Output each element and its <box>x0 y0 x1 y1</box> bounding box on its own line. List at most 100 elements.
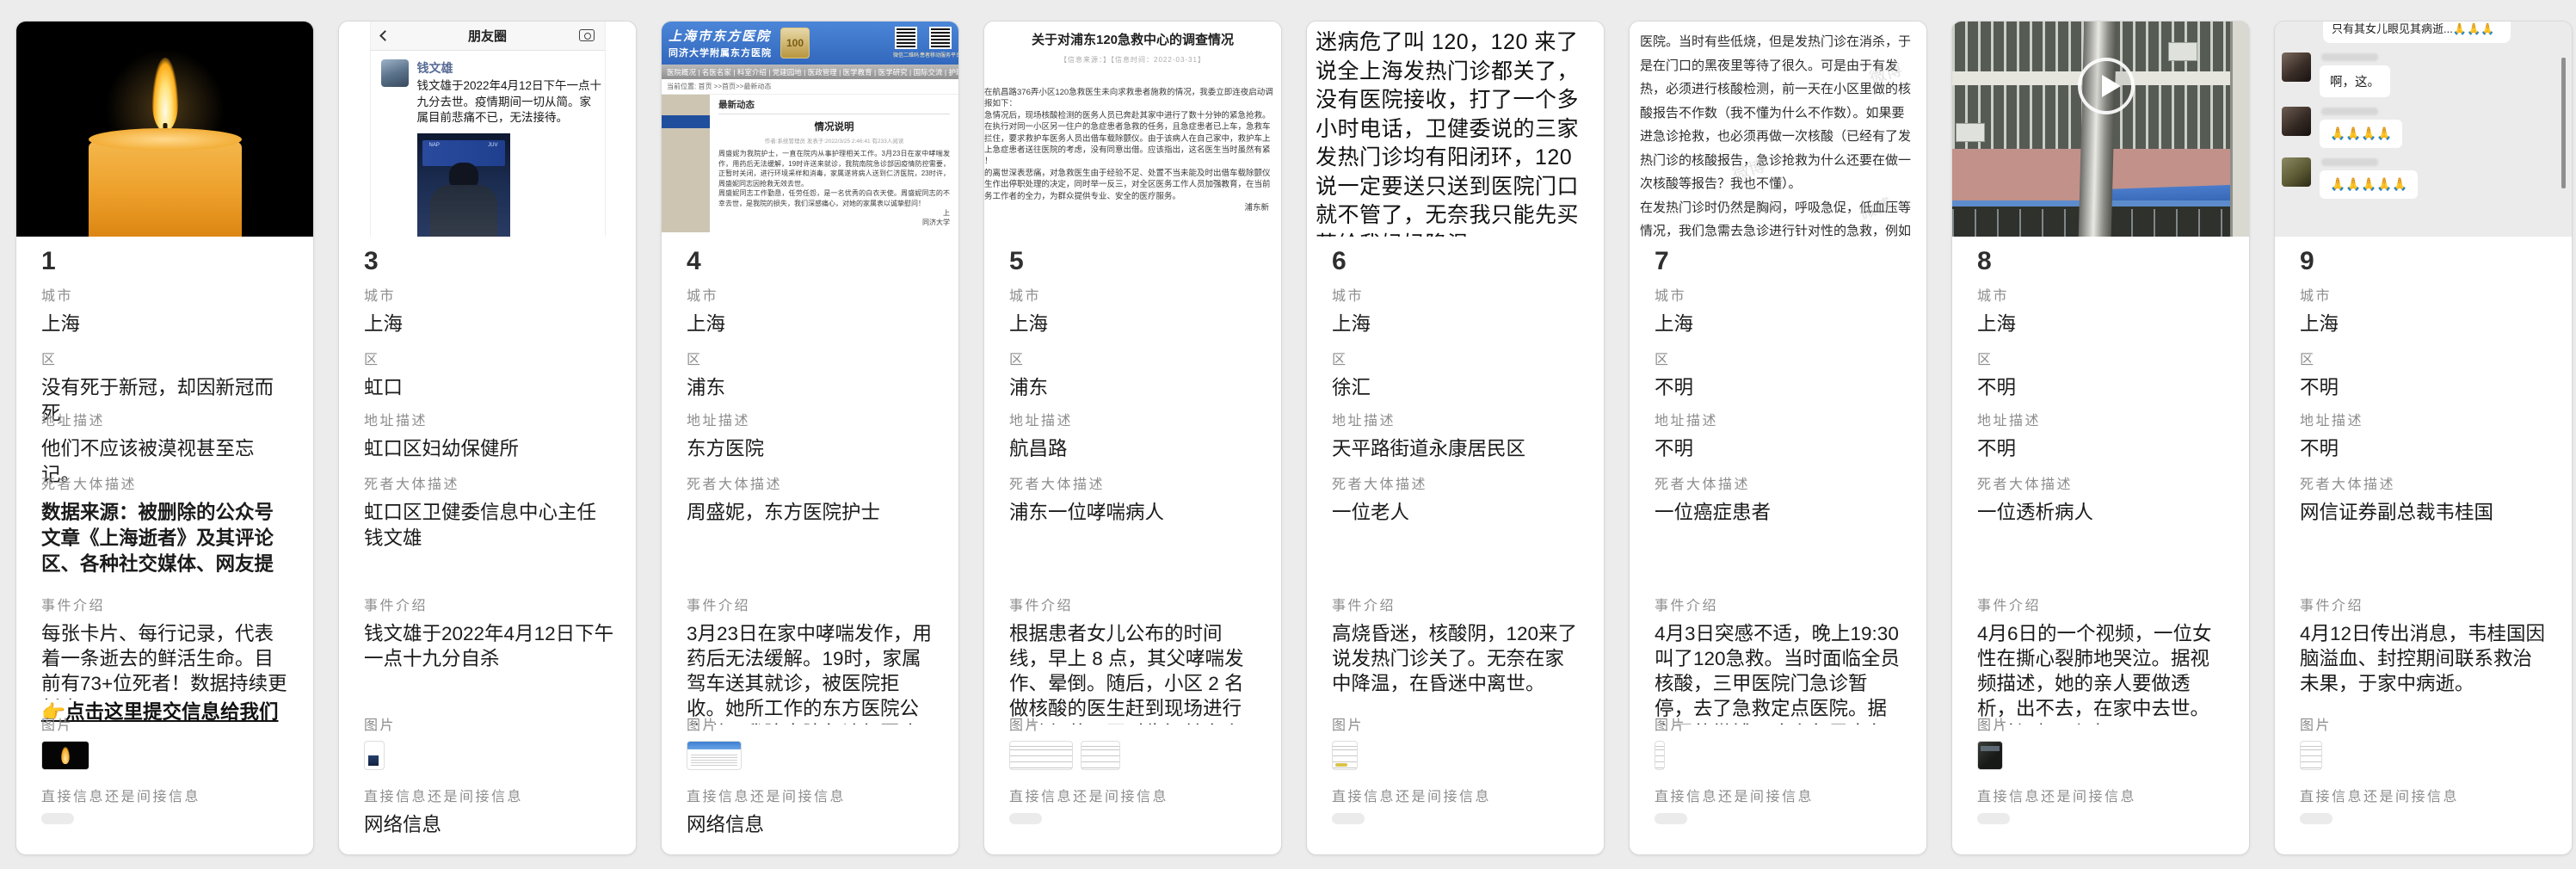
field-label-district: 区 <box>2300 354 2550 367</box>
field-label-address: 地址描述 <box>1332 415 1582 428</box>
document-line: 在执行对同一小区另一住户的急症患者急救的任务，且急症患者已上车，急救车 <box>984 121 1278 133</box>
attachment-thumbnail[interactable] <box>1332 741 1358 770</box>
record-card-5[interactable]: 关于对浦东120急救中心的调查情况 【信息来源：】【信息时间：2022-03-3… <box>983 21 1282 855</box>
field-label-images: 图片 <box>1332 719 1582 733</box>
field-label-city: 城市 <box>687 290 937 304</box>
record-card-7[interactable]: 医院。当时有些低烧，但是发热门诊在消杀，于是在门口的黑夜里等待了很久。可是由于有… <box>1629 21 1927 855</box>
document-title: 关于对浦东120急救中心的调查情况 <box>984 30 1281 48</box>
district-value: 浦东 <box>687 375 937 401</box>
sidebar-selected-item <box>662 115 710 128</box>
avatar <box>2282 52 2311 82</box>
district-value: 不明 <box>1655 375 1905 401</box>
field-label-images: 图片 <box>1655 719 1905 733</box>
site-navbar: 医院概况 | 名医名家 | 科室介绍 | 党建园地 | 医政管理 | 医学教育 … <box>662 65 958 79</box>
direct-info-empty-value <box>1977 813 2010 824</box>
record-card-9[interactable]: 只有其女儿眼见其病逝...🙏🙏🙏 啊，这。 🙏🙏🙏🙏 🙏🙏🙏🙏🙏 9 城市上海 … <box>2274 21 2573 855</box>
city-value: 上海 <box>1009 311 1260 337</box>
field-label-deceased: 死者大体描述 <box>1332 478 1582 492</box>
record-number: 6 <box>1332 247 1347 276</box>
attachment-thumbnail[interactable] <box>1655 741 1665 770</box>
address-value: 航昌路 <box>1009 436 1260 462</box>
field-label-deceased: 死者大体描述 <box>1977 478 2228 492</box>
deceased-value: 虹口区卫健委信息中心主任钱文雄 <box>364 500 614 552</box>
air-conditioner <box>2168 42 2197 61</box>
weibo-text-screenshot: 医院。当时有些低烧，但是发热门诊在消杀，于是在门口的黑夜里等待了很久。可是由于有… <box>1630 22 1926 237</box>
city-value: 上海 <box>2300 311 2550 337</box>
attachment-thumbnail[interactable] <box>2300 741 2322 770</box>
field-label-deceased: 死者大体描述 <box>2300 478 2550 492</box>
attachment-thumbnail[interactable] <box>364 741 385 770</box>
announcement-meta: 作者:系统管理员 发表于:2022/3/25 2:46:41 有233人阅读 <box>718 136 950 145</box>
chat-scrollbar[interactable] <box>2561 58 2566 188</box>
record-card-1[interactable]: 1 城市上海 区没有死于新冠，却因新冠而死 地址描述他们不应该被漠视甚至忘记。 … <box>15 21 314 855</box>
wechat-moments-screenshot: 朋友圈 钱文雄 钱文雄于2022年4月12日下午一点十九分去世。疫情期间一切从简… <box>339 22 636 237</box>
attachment-thumbnail[interactable] <box>1977 741 2003 770</box>
deceased-value: 网信证券副总裁韦桂国 <box>2300 500 2550 526</box>
attachment-thumbnail[interactable] <box>41 741 89 770</box>
field-label-images: 图片 <box>1977 719 2228 733</box>
attachment-thumbnail[interactable] <box>1081 741 1120 770</box>
announcement-paragraph: 周盛妮为我院护士，一直在院内从事护理相关工作。3月23日在家中哮喘发作，用药后无… <box>718 149 950 188</box>
address-value: 不明 <box>1977 436 2228 462</box>
event-value: 高烧昏迷，核酸阴，120来了说发热门诊关了。无奈在家中降温，在昏迷中离世。 <box>1332 621 1582 696</box>
document-meta: 【信息来源：】【信息时间：2022-03-31】 <box>984 55 1281 65</box>
record-card-6[interactable]: 迷病危了叫 120，120 来了说全上海发热门诊都关了，没有医院接收，打了一个多… <box>1306 21 1605 855</box>
gallery-board: 1 城市上海 区没有死于新冠，却因新冠而死 地址描述他们不应该被漠视甚至忘记。 … <box>0 0 2576 869</box>
site-brand-sub: 同济大学附属东方医院 <box>669 46 772 59</box>
document-line: 拦住，要求救护车医务人员出借车载除颤仪。由于该病人在自己家中，救护车上 <box>984 133 1278 145</box>
attachment-thumbnail[interactable] <box>687 741 742 770</box>
field-label-event: 事件介绍 <box>2300 600 2550 613</box>
address-value: 虹口区妇幼保健所 <box>364 436 614 462</box>
event-value: 4月3日突感不适，晚上19:30叫了120急救。当时面临全员核酸，三甲医院门急诊… <box>1655 621 1905 724</box>
field-label-address: 地址描述 <box>41 415 292 428</box>
field-label-district: 区 <box>1332 354 1582 367</box>
field-label-city: 城市 <box>1332 290 1582 304</box>
avatar <box>2282 107 2311 136</box>
play-button-icon[interactable] <box>2078 58 2135 114</box>
field-label-district: 区 <box>1977 354 2228 367</box>
record-card-3[interactable]: 朋友圈 钱文雄 钱文雄于2022年4月12日下午一点十九分去世。疫情期间一切从简… <box>338 21 637 855</box>
field-label-event: 事件介绍 <box>1977 600 2228 613</box>
direct-info-empty-value <box>1332 813 1365 824</box>
field-label-district: 区 <box>687 354 937 367</box>
field-label-direct: 直接信息还是间接信息 <box>1332 791 1582 804</box>
blurred-username <box>2321 108 2378 115</box>
record-card-8[interactable]: 8 城市上海 区不明 地址描述不明 死者大体描述一位透析病人 事件介绍4月6日的… <box>1951 21 2250 855</box>
direct-info-empty-value <box>1009 813 1042 824</box>
moments-text: 钱文雄于2022年4月12日下午一点十九分去世。疫情期间一切从简。家属目前悲痛不… <box>417 78 602 126</box>
direct-info-value: 网络信息 <box>364 812 614 838</box>
address-value: 不明 <box>1655 436 1905 462</box>
attachment-thumbnail[interactable] <box>1009 741 1073 770</box>
field-label-event: 事件介绍 <box>1009 600 1260 613</box>
deceased-value: 数据来源：被删除的公众号文章《上海逝者》及其评论区、各种社交媒体、网友提供信息。 <box>41 500 292 577</box>
field-label-address: 地址描述 <box>687 415 937 428</box>
city-value: 上海 <box>364 311 614 337</box>
moments-author: 钱文雄 <box>417 59 602 77</box>
field-label-address: 地址描述 <box>1977 415 2228 428</box>
district-value: 徐汇 <box>1332 375 1582 401</box>
record-card-4[interactable]: 上海市东方医院 同济大学附属东方医院 100 微信二维码 患者移动服务平台 医院… <box>661 21 959 855</box>
field-label-address: 地址描述 <box>1009 415 1260 428</box>
announcement-paragraph: 周盛妮同志工作勤恳，任劳任怨，是一名优秀的白衣天使。周盛妮同志的不幸去世，是我院… <box>718 188 950 208</box>
field-label-event: 事件介绍 <box>1332 600 1582 613</box>
field-label-city: 城市 <box>1977 290 2228 304</box>
avatar <box>381 59 409 87</box>
site-brand: 上海市东方医院 <box>669 27 772 45</box>
scoreboard-label: NAP <box>429 143 440 163</box>
field-label-event: 事件介绍 <box>1655 600 1905 613</box>
field-label-direct: 直接信息还是间接信息 <box>364 791 614 804</box>
field-label-images: 图片 <box>364 719 614 733</box>
scoreboard-label: JUV <box>488 143 497 163</box>
field-label-direct: 直接信息还是间接信息 <box>41 791 292 804</box>
document-line: 务工作者的全力，为群众提供专业、安全的医疗服务。 <box>984 191 1278 202</box>
district-value: 不明 <box>2300 375 2550 401</box>
field-label-direct: 直接信息还是间接信息 <box>1655 791 1905 804</box>
wechat-group-chat-screenshot: 只有其女儿眼见其病逝...🙏🙏🙏 啊，这。 🙏🙏🙏🙏 🙏🙏🙏🙏🙏 <box>2275 22 2572 237</box>
person-silhouette <box>430 185 497 237</box>
field-label-event: 事件介绍 <box>364 600 614 613</box>
record-number: 4 <box>687 247 701 276</box>
event-value: 4月6日的一个视频，一位女性在撕心裂肺地哭泣。据视频描述，她的亲人要做透析，出不… <box>1977 621 2228 724</box>
city-value: 上海 <box>687 311 937 337</box>
qr-caption: 患者移动服务平台 <box>920 51 958 59</box>
avatar <box>2282 157 2311 187</box>
